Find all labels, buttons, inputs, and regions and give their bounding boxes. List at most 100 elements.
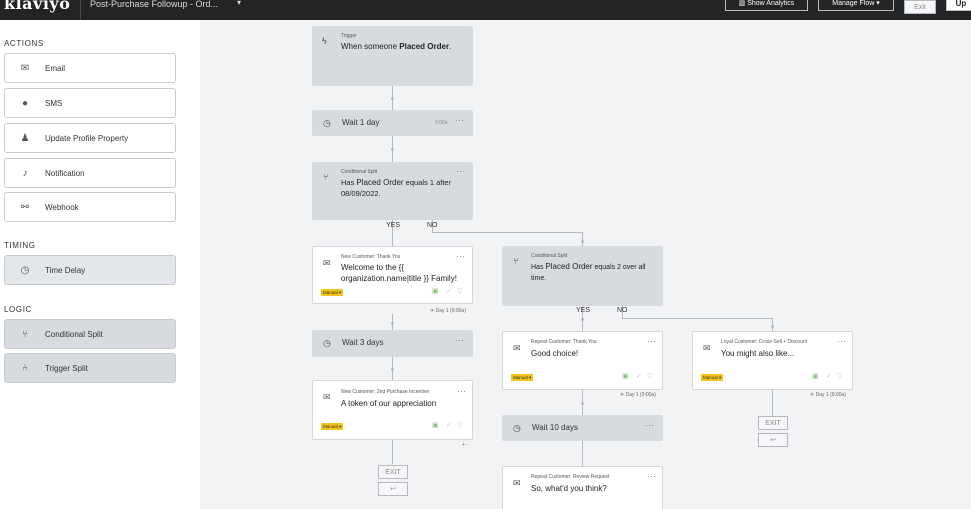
sidebar-item-label: Time Delay <box>45 265 86 275</box>
node-label: Loyal Customer: Cross-Sell + Discount <box>721 339 808 345</box>
envelope-icon: ✉ <box>703 343 711 353</box>
connector-dot <box>391 368 394 371</box>
sidebar-item-sms[interactable]: ● SMS <box>4 88 176 118</box>
branch-no-label: NO <box>427 222 438 229</box>
exit-node[interactable]: EXIT <box>758 416 788 430</box>
more-options-icon[interactable]: ··· <box>456 252 466 261</box>
envelope-icon: ✉ <box>323 258 331 268</box>
trigger-split-icon: ⑃ <box>22 362 28 374</box>
exit-return-icon[interactable]: ↩ <box>378 482 408 496</box>
node-label: Repeat Customer: Review Request <box>531 474 610 480</box>
time-delay-node[interactable]: ◷ Wait 10 days ··· <box>502 415 663 441</box>
sidebar-item-label: Conditional Split <box>45 329 103 339</box>
manual-status-badge[interactable]: Manual ▾ <box>511 374 534 381</box>
sidebar-item-email[interactable]: ✉ Email <box>4 53 176 83</box>
sidebar-item-label: SMS <box>45 98 63 108</box>
check-icon: ✓ <box>636 373 642 380</box>
connector-dot <box>391 97 394 100</box>
connector-dot <box>771 325 774 328</box>
more-options-icon[interactable]: ··· <box>647 337 657 346</box>
envelope-icon: ✉ <box>513 343 521 353</box>
exit-node[interactable]: EXIT <box>378 465 408 479</box>
sidebar-item-update-profile-property[interactable]: ♟ Update Profile Property <box>4 123 176 153</box>
chevron-down-icon[interactable]: ▾ <box>237 0 241 7</box>
top-bar: klaviyo Post-Purchase Followup - Ord... … <box>0 0 971 20</box>
delay-text: Wait 10 days <box>532 423 578 432</box>
connector-dot <box>581 402 584 405</box>
node-text: Has Placed Order equals 1 after 08/09/20… <box>341 178 452 198</box>
branch-yes-label: YES <box>576 307 591 314</box>
more-options-icon[interactable]: ··· <box>837 337 847 346</box>
add-step-label[interactable]: + - <box>462 442 468 448</box>
message-icon: ▣ <box>812 373 819 380</box>
bell-icon: ♪ <box>22 167 28 179</box>
update-button[interactable]: Up <box>946 0 971 11</box>
node-text: When someone Placed Order. <box>341 42 452 51</box>
sidebar-item-notification[interactable]: ♪ Notification <box>4 158 176 188</box>
delay-text: Wait 1 day <box>342 118 380 127</box>
sidebar-item-label: Webhook <box>45 202 79 212</box>
connector-dot <box>581 318 584 321</box>
clock-icon: ◷ <box>513 423 521 433</box>
more-options-icon[interactable]: ··· <box>457 387 467 396</box>
branch-no-label: NO <box>617 307 628 314</box>
send-delay-label: ✈ Day 1 (9:00a) <box>430 308 466 314</box>
node-text: Has Placed Order equals 2 over all time. <box>531 262 646 282</box>
klaviyo-logo[interactable]: klaviyo <box>4 0 70 13</box>
clock-icon: ◷ <box>20 264 30 276</box>
time-delay-node[interactable]: ◷ Wait 3 days ··· <box>312 330 473 357</box>
divider <box>80 0 81 20</box>
split-icon: ⑂ <box>22 328 28 340</box>
connector-dot <box>391 148 394 151</box>
actions-section-title: ACTIONS <box>4 39 44 48</box>
envelope-icon: ✉ <box>513 478 521 488</box>
manual-status-badge[interactable]: Manual ▾ <box>701 374 724 381</box>
more-options-icon[interactable]: ··· <box>456 167 466 176</box>
email-subject: So, what'd you think? <box>531 484 607 493</box>
email-node[interactable]: ✉ New Customer: Thank You ··· Welcome to… <box>312 246 473 304</box>
more-options-icon[interactable]: ··· <box>645 421 655 430</box>
envelope-icon: ✉ <box>20 62 30 74</box>
email-node[interactable]: ✉ New Customer: 2nd Purchase Incentive ·… <box>312 380 473 440</box>
manual-status-badge[interactable]: Manual ▾ <box>321 289 344 296</box>
exit-return-icon[interactable]: ↩ <box>758 433 788 447</box>
time-delay-node[interactable]: ◷ Wait 1 day 9:00a ··· <box>312 110 473 136</box>
conditional-split-node[interactable]: ⑂ Conditional Split ··· Has Placed Order… <box>312 162 473 220</box>
branch-yes-label: YES <box>386 222 401 229</box>
email-node[interactable]: ✉ Repeat Customer: Thank You ··· Good ch… <box>502 331 663 390</box>
trigger-node[interactable]: ϟ Trigger When someone Placed Order. <box>312 26 473 86</box>
email-subject: You might also like... <box>721 349 795 358</box>
exit-button[interactable]: Exit <box>904 0 936 14</box>
split-icon: ⑂ <box>323 172 329 182</box>
connector-dot <box>391 322 394 325</box>
more-options-icon[interactable]: ··· <box>647 472 657 481</box>
email-node[interactable]: ✉ Repeat Customer: Review Request ··· So… <box>502 466 663 509</box>
sidebar-item-webhook[interactable]: ⚯ Webhook <box>4 192 176 222</box>
delay-time: 9:00a <box>435 120 448 126</box>
message-icon: ▣ <box>432 422 439 429</box>
email-subject: Welcome to the {{ organization.name|titl… <box>341 263 457 283</box>
sidebar-item-time-delay[interactable]: ◷ Time Delay <box>4 255 176 285</box>
sidebar: ACTIONS ✉ Email ● SMS ♟ Update Profile P… <box>0 20 200 509</box>
manual-status-badge[interactable]: Manual ▾ <box>321 423 344 430</box>
person-icon: ♟ <box>20 132 30 144</box>
node-label: New Customer: Thank You <box>341 254 401 260</box>
sidebar-item-trigger-split[interactable]: ⑃ Trigger Split <box>4 353 176 383</box>
more-options-icon[interactable]: ··· <box>455 336 465 345</box>
more-options-icon[interactable]: ··· <box>455 116 465 125</box>
node-label: Conditional Split <box>531 253 568 259</box>
email-node[interactable]: ✉ Loyal Customer: Cross-Sell + Discount … <box>692 331 853 390</box>
manage-flow-button[interactable]: Manage Flow ▾ <box>818 0 894 11</box>
connector <box>622 318 772 319</box>
sidebar-item-conditional-split[interactable]: ⑂ Conditional Split <box>4 319 176 349</box>
node-label: Trigger <box>341 33 357 39</box>
show-analytics-button[interactable]: ▥ Show Analytics <box>725 0 808 11</box>
connector <box>432 232 582 233</box>
email-subject: A token of our appreciation <box>341 399 437 408</box>
flow-canvas[interactable]: ϟ Trigger When someone Placed Order. ◷ W… <box>200 20 971 509</box>
flow-name[interactable]: Post-Purchase Followup - Ord... <box>90 0 218 9</box>
check-icon: ✓ <box>826 373 832 380</box>
check-icon: ✓ <box>446 422 452 429</box>
connector <box>772 390 773 416</box>
conditional-split-node[interactable]: ⑂ Conditional Split Has Placed Order equ… <box>502 246 663 306</box>
